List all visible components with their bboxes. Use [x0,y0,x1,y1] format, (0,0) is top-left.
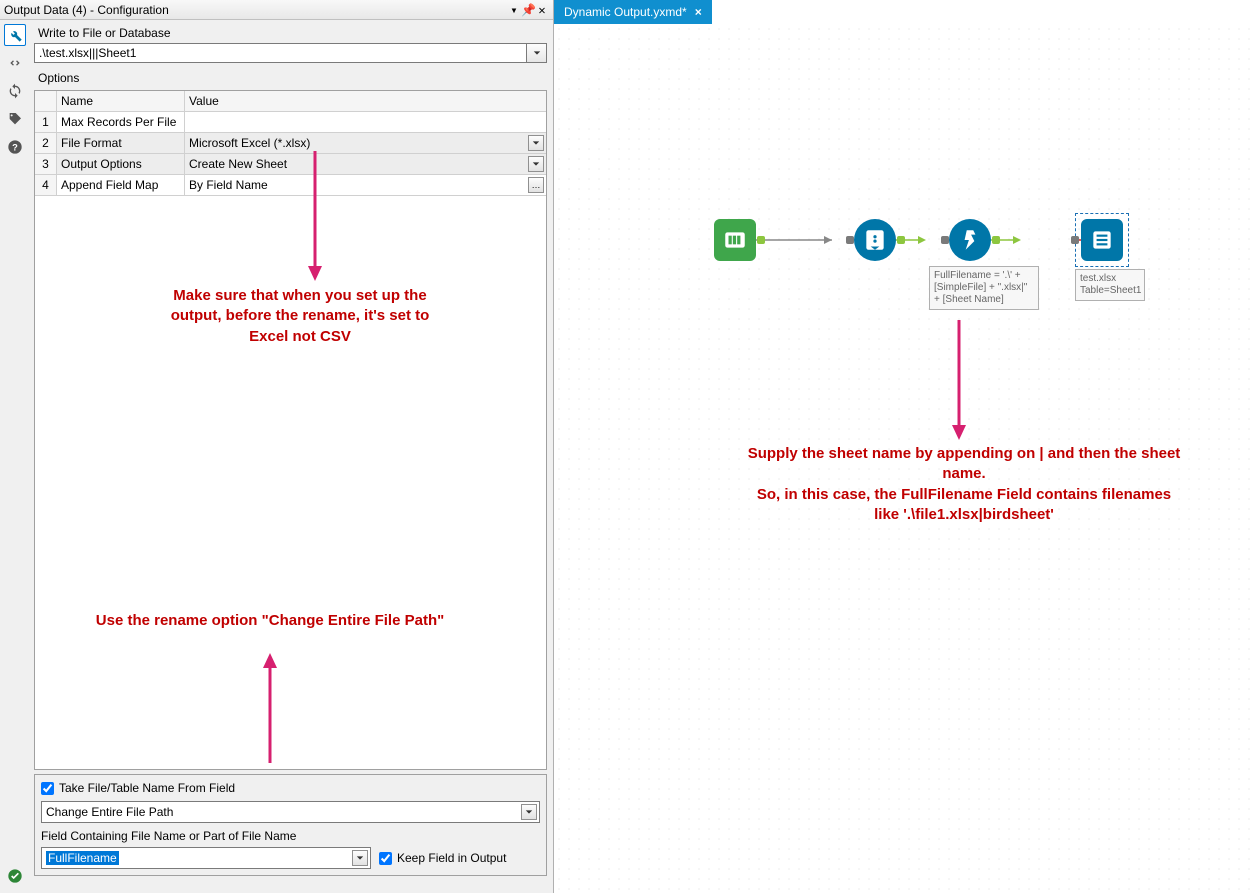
keep-field-checkbox[interactable] [379,852,392,865]
row-num: 2 [35,133,57,153]
canvas-pane: Dynamic Output.yxmd* × [554,0,1251,893]
annotation-excel: Make sure that when you set up the outpu… [155,286,445,347]
connection-line [744,232,1114,252]
help-icon[interactable]: ? [4,136,26,158]
row-value-text: By Field Name [189,178,268,192]
pin-icon[interactable]: 📌 [521,3,535,17]
output-anchor[interactable] [992,236,1000,244]
name-header: Name [57,91,185,111]
row-name: File Format [57,133,185,153]
config-pane: Output Data (4) - Configuration ▾ 📌 ✕ ? … [0,0,554,893]
output-annotation: test.xlsx Table=Sheet1 [1075,269,1145,301]
row-num: 3 [35,154,57,174]
output-anchor[interactable] [757,236,765,244]
tab-close-icon[interactable]: × [695,5,702,19]
config-main: Write to File or Database Options Name V… [30,20,553,893]
tag-icon[interactable] [4,108,26,130]
option-row[interactable]: 3 Output Options Create New Sheet [35,154,546,175]
select-tool[interactable] [854,219,896,261]
path-option-select[interactable]: Change Entire File Path [41,801,540,823]
close-icon[interactable]: ✕ [535,3,549,17]
annotation-rename: Use the rename option "Change Entire Fil… [95,611,445,631]
output-anchor[interactable] [897,236,905,244]
wrench-icon[interactable] [4,24,26,46]
row-value[interactable]: Microsoft Excel (*.xlsx) [185,133,546,153]
write-label: Write to File or Database [34,24,547,43]
row-value[interactable] [185,112,546,132]
ellipsis-button[interactable]: … [528,177,544,193]
config-body: ? Write to File or Database Options Name… [0,20,553,893]
output-data-tool[interactable] [1081,219,1123,261]
row-name: Output Options [57,154,185,174]
options-label: Options [34,69,547,88]
row-name: Append Field Map [57,175,185,195]
keep-field-label: Keep Field in Output [397,851,506,865]
config-header: Output Data (4) - Configuration ▾ 📌 ✕ [0,0,553,20]
workflow-tab[interactable]: Dynamic Output.yxmd* × [554,0,712,24]
status-ok-icon [4,865,26,887]
chevron-down-icon[interactable] [528,156,544,172]
take-name-check-row: Take File/Table Name From Field [41,781,540,795]
refresh-icon[interactable] [4,80,26,102]
input-anchor[interactable] [1071,236,1079,244]
side-toolbar: ? [0,20,30,893]
input-anchor[interactable] [846,236,854,244]
tab-label: Dynamic Output.yxmd* [564,5,687,19]
row-value[interactable]: By Field Name … [185,175,546,195]
field-select-row: FullFilename Keep Field in Output [41,847,540,869]
take-name-section: Take File/Table Name From Field Change E… [34,774,547,876]
code-icon[interactable] [4,52,26,74]
dropdown-icon[interactable]: ▾ [507,3,521,17]
annotation-sheetname: Supply the sheet name by appending on | … [744,444,1184,525]
take-name-checkbox[interactable] [41,782,54,795]
row-value-text: Create New Sheet [189,157,287,171]
file-input-row [34,43,547,63]
keep-field-row: Keep Field in Output [379,851,506,865]
value-header: Value [185,91,546,111]
row-value-text: Microsoft Excel (*.xlsx) [189,136,310,150]
config-title: Output Data (4) - Configuration [4,3,507,17]
options-grid: Name Value 1 Max Records Per File 2 File… [34,90,547,770]
row-num: 1 [35,112,57,132]
option-row[interactable]: 1 Max Records Per File [35,112,546,133]
option-row[interactable]: 4 Append Field Map By Field Name … [35,175,546,196]
file-path-input[interactable] [34,43,527,63]
formula-annotation: FullFilename = '.\' + [SimpleFile] + ".x… [929,266,1039,310]
formula-tool[interactable] [949,219,991,261]
file-dropdown-button[interactable] [527,43,547,63]
arrow-icon [305,151,325,281]
row-number-header [35,91,57,111]
arrow-icon [260,653,280,763]
field-containing-label: Field Containing File Name or Part of Fi… [41,829,540,843]
chevron-down-icon[interactable] [528,135,544,151]
chevron-down-icon[interactable] [352,850,368,866]
field-name-value: FullFilename [46,851,119,865]
row-value[interactable]: Create New Sheet [185,154,546,174]
tab-bar: Dynamic Output.yxmd* × [554,0,1251,24]
field-name-select[interactable]: FullFilename [41,847,371,869]
take-name-label: Take File/Table Name From Field [59,781,235,795]
svg-text:?: ? [12,142,18,152]
chevron-down-icon[interactable] [521,804,537,820]
option-row[interactable]: 2 File Format Microsoft Excel (*.xlsx) [35,133,546,154]
text-input-tool[interactable] [714,219,756,261]
row-name: Max Records Per File [57,112,185,132]
options-header-row: Name Value [35,91,546,112]
arrow-icon [949,320,969,440]
row-num: 4 [35,175,57,195]
workflow-canvas[interactable]: FullFilename = '.\' + [SimpleFile] + ".x… [554,24,1251,893]
input-anchor[interactable] [941,236,949,244]
path-option-value: Change Entire File Path [46,805,173,819]
